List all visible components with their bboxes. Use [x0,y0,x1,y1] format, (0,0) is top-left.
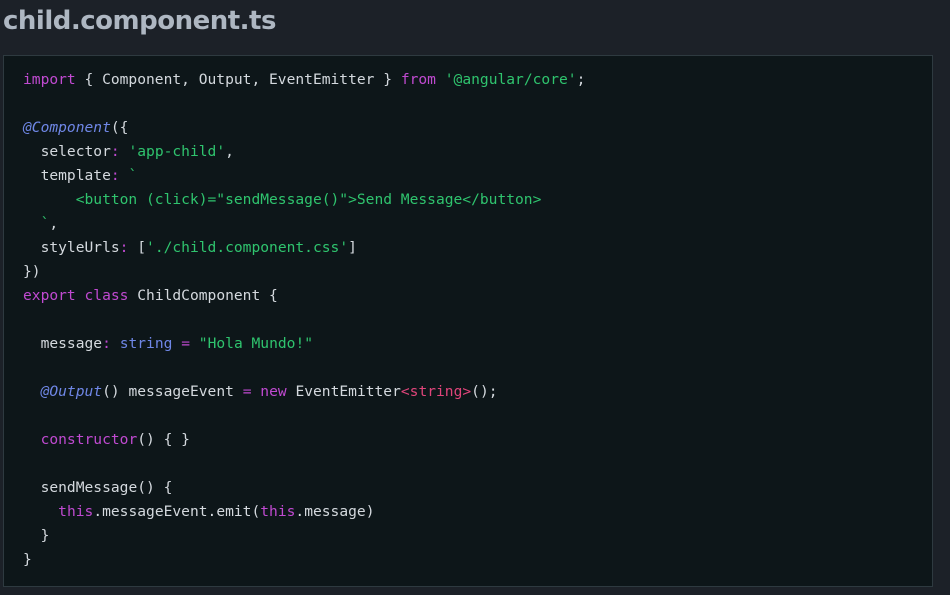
code-keyword: new [260,383,287,400]
code-line: sendMessage() { [23,476,585,500]
code-string: 'app-child' [128,143,226,160]
code-punctuation [436,71,445,88]
code-block: import { Component, Output, EventEmitter… [3,55,933,587]
code-keyword: export [23,287,76,304]
code-decorator: @Output [40,383,103,400]
code-operator: : [102,335,111,352]
code-punctuation: } [23,551,32,568]
code-content: import { Component, Output, EventEmitter… [23,68,585,572]
code-line: selector: 'app-child', [23,140,585,164]
code-punctuation: () { [137,479,173,496]
code-keyword: import [23,71,76,88]
code-line: @Output() messageEvent = new EventEmitte… [23,380,585,404]
code-identifier: ChildComponent [137,287,261,304]
code-punctuation: } [23,527,50,544]
code-punctuation: .message) [295,503,375,520]
code-string: <button (click)="sendMessage()">Send Mes… [23,191,542,208]
code-line: <button (click)="sendMessage()">Send Mes… [23,188,585,212]
code-punctuation [190,335,199,352]
code-punctuation: .messageEvent.emit( [93,503,261,520]
code-line: styleUrls: ['./child.component.css'] [23,236,585,260]
code-identifier: EventEmitter [295,383,401,400]
code-line: `, [23,212,585,236]
code-punctuation: { Component, Output, EventEmitter } [75,71,401,88]
code-keyword: this [260,503,296,520]
code-punctuation [172,335,181,352]
code-property: selector [40,143,111,160]
code-type: string [119,335,173,352]
code-property: styleUrls [40,239,120,256]
code-punctuation: , [225,143,234,160]
file-title: child.component.ts [3,6,276,36]
code-line: template: ` [23,164,585,188]
code-operator: = [181,335,190,352]
code-line: } [23,548,585,572]
code-identifier: sendMessage [40,479,138,496]
code-property: template [40,167,111,184]
code-punctuation: [ [128,239,147,256]
code-operator: : [110,143,120,160]
code-generic: <string> [400,383,472,400]
code-punctuation [128,287,137,304]
code-punctuation: }) [23,263,41,280]
code-line: @Component({ [23,116,585,140]
code-punctuation: ] [348,239,357,256]
code-property: message [40,335,103,352]
code-punctuation [111,335,120,352]
code-operator: : [110,167,120,184]
code-string: ` [23,215,50,232]
code-line: message: string = "Hola Mundo!" [23,332,585,356]
code-punctuation: () messageEvent [102,383,243,400]
code-keyword: class [84,287,129,304]
code-line: import { Component, Output, EventEmitter… [23,68,585,92]
code-punctuation [76,287,85,304]
code-punctuation: (); [471,383,498,400]
code-line: this.messageEvent.emit(this.message) [23,500,585,524]
code-punctuation: () { } [137,431,190,448]
code-keyword: from [400,71,436,88]
code-keyword: constructor [40,431,138,448]
code-punctuation: { [260,287,278,304]
code-punctuation: ({ [110,119,129,136]
code-punctuation: , [49,215,59,232]
code-punctuation: ; [576,71,586,88]
code-string: ` [128,167,138,184]
code-string: "Hola Mundo!" [198,335,314,352]
code-decorator: @Component [23,119,111,136]
code-line: export class ChildComponent { [23,284,585,308]
code-line: }) [23,260,585,284]
code-punctuation [251,383,260,400]
code-keyword: this [58,503,94,520]
code-string: './child.component.css' [146,239,349,256]
code-line: constructor() { } [23,428,585,452]
code-line: } [23,524,585,548]
code-string: '@angular/core' [444,71,577,88]
